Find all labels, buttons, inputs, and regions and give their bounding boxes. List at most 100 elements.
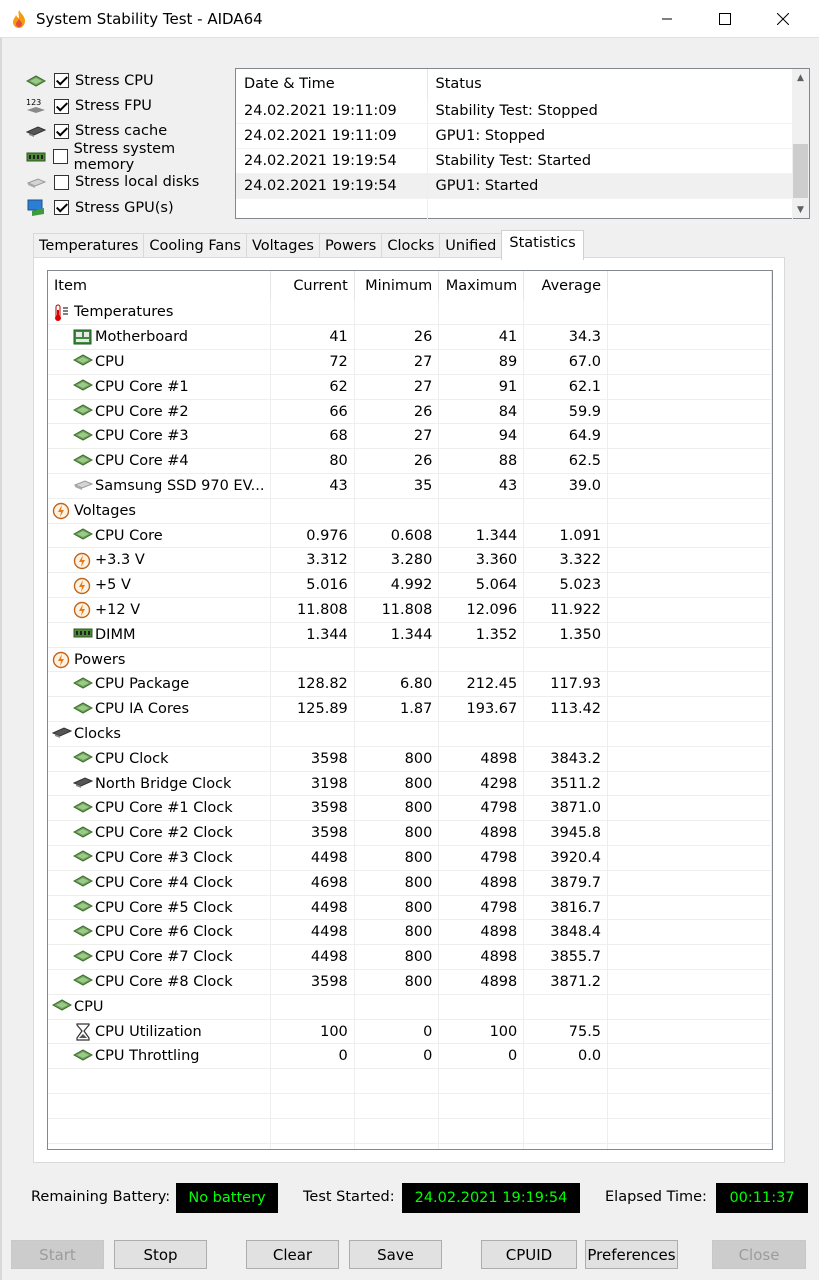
- table-row[interactable]: CPU Core #6 Clock 4498 800 4898 3848.4: [48, 919, 772, 946]
- start-button[interactable]: Start: [11, 1240, 104, 1269]
- table-row[interactable]: CPU Clock 3598 800 4898 3843.2: [48, 746, 772, 772]
- table-row[interactable]: CPU Core #3 Clock 4498 800 4798 3920.4: [48, 845, 772, 871]
- table-row-empty: [48, 1143, 772, 1149]
- stress-option-stress-cpu[interactable]: Stress CPU: [24, 68, 234, 93]
- stress-label[interactable]: Stress local disks: [75, 174, 199, 190]
- cell-empty: [438, 1118, 525, 1144]
- stress-checkbox[interactable]: [53, 149, 68, 165]
- group-row[interactable]: Clocks: [48, 721, 772, 747]
- statistics-grid[interactable]: Item Current Minimum Maximum Average Tem…: [47, 270, 773, 1150]
- table-row[interactable]: CPU Core #8 Clock 3598 800 4898 3871.2: [48, 969, 772, 995]
- table-row[interactable]: CPU Utilization 100 0 100 75.5: [48, 1019, 772, 1045]
- tab-powers[interactable]: Powers: [318, 233, 383, 259]
- stress-option-stress-local-disks[interactable]: Stress local disks: [24, 170, 234, 195]
- scroll-up-icon[interactable]: ▲: [792, 69, 809, 86]
- stress-label[interactable]: Stress GPU(s): [75, 200, 174, 216]
- group-row[interactable]: Temperatures: [48, 300, 772, 326]
- group-row[interactable]: CPU: [48, 994, 772, 1020]
- tab-voltages[interactable]: Voltages: [245, 233, 320, 259]
- table-row[interactable]: CPU Core #2 Clock 3598 800 4898 3945.8: [48, 820, 772, 847]
- table-row[interactable]: CPU Core #4 80 26 88 62.5: [48, 448, 772, 475]
- close-button[interactable]: Close: [712, 1240, 806, 1269]
- cell-average: 117.93: [523, 671, 609, 698]
- col-header-current[interactable]: Current: [270, 271, 355, 300]
- cell-current: 4498: [270, 845, 355, 871]
- cpu-icon: [72, 378, 94, 393]
- table-row[interactable]: Motherboard 41 26 41 34.3: [48, 324, 772, 351]
- cell-minimum: 27: [354, 374, 440, 400]
- tab-temperatures[interactable]: Temperatures: [33, 233, 145, 259]
- cell-empty: [270, 498, 355, 524]
- log-header-status[interactable]: Status: [427, 69, 793, 99]
- tab-cooling-fans[interactable]: Cooling Fans: [143, 233, 247, 259]
- table-row[interactable]: Samsung SSD 970 EV... 43 35 43 39.0: [48, 473, 772, 499]
- group-row[interactable]: Voltages: [48, 498, 772, 524]
- cell-empty: [607, 622, 772, 648]
- item-label: CPU Core: [95, 527, 163, 544]
- log-row[interactable]: 24.02.2021 19:19:54 GPU1: Started: [236, 173, 793, 199]
- stress-checkbox[interactable]: [54, 174, 69, 190]
- stress-option-stress-gpu-s[interactable]: Stress GPU(s): [24, 195, 234, 220]
- group-row[interactable]: Powers: [48, 647, 772, 673]
- minimize-button[interactable]: [644, 0, 690, 38]
- cell-minimum: 26: [354, 399, 440, 425]
- col-header-minimum[interactable]: Minimum: [354, 271, 440, 300]
- table-row[interactable]: CPU IA Cores 125.89 1.87 193.67 113.42: [48, 696, 772, 723]
- table-row[interactable]: CPU Throttling 0 0 0 0.0: [48, 1043, 772, 1070]
- col-header-item[interactable]: Item: [48, 271, 272, 300]
- table-row[interactable]: CPU Core #5 Clock 4498 800 4798 3816.7: [48, 895, 772, 921]
- event-log[interactable]: Date & Time Status 24.02.2021 19:11:09 St…: [235, 68, 810, 224]
- stress-checkbox[interactable]: [54, 123, 69, 139]
- table-row[interactable]: DIMM 1.344 1.344 1.352 1.350: [48, 622, 772, 648]
- table-row[interactable]: CPU Core 0.976 0.608 1.344 1.091: [48, 523, 772, 549]
- log-scrollbar[interactable]: ▲ ▼: [792, 69, 809, 218]
- log-header-datetime[interactable]: Date & Time: [236, 69, 428, 99]
- log-row[interactable]: 24.02.2021 19:19:54 Stability Test: Start…: [236, 148, 793, 174]
- cell-current: 3.312: [270, 547, 355, 574]
- window-title: System Stability Test - AIDA64: [36, 10, 263, 28]
- table-row[interactable]: CPU Core #7 Clock 4498 800 4898 3855.7: [48, 944, 772, 971]
- stress-label[interactable]: Stress system memory: [74, 141, 234, 173]
- cell-item: CPU Core #7 Clock: [48, 944, 272, 971]
- stress-option-stress-fpu[interactable]: 123 Stress FPU: [24, 93, 234, 118]
- col-header-average[interactable]: Average: [523, 271, 609, 300]
- maximize-button[interactable]: [702, 0, 748, 38]
- table-row[interactable]: CPU Core #1 62 27 91 62.1: [48, 374, 772, 400]
- col-header-maximum[interactable]: Maximum: [438, 271, 525, 300]
- table-row[interactable]: +5 V 5.016 4.992 5.064 5.023: [48, 572, 772, 599]
- stress-checkbox[interactable]: [54, 98, 69, 114]
- cell-minimum: 26: [354, 324, 440, 351]
- table-row[interactable]: CPU Core #1 Clock 3598 800 4798 3871.0: [48, 795, 772, 822]
- cell-empty: [607, 919, 772, 946]
- close-window-button[interactable]: [760, 0, 806, 38]
- cell-empty: [523, 1093, 609, 1119]
- stress-label[interactable]: Stress FPU: [75, 98, 152, 114]
- table-row[interactable]: CPU 72 27 89 67.0: [48, 349, 772, 375]
- table-row[interactable]: CPU Core #2 66 26 84 59.9: [48, 399, 772, 425]
- stress-label[interactable]: Stress cache: [75, 123, 167, 139]
- scroll-down-icon[interactable]: ▼: [792, 201, 809, 218]
- table-row[interactable]: CPU Package 128.82 6.80 212.45 117.93: [48, 671, 772, 698]
- table-row[interactable]: CPU Core #4 Clock 4698 800 4898 3879.7: [48, 870, 772, 896]
- tab-statistics[interactable]: Statistics: [501, 230, 584, 260]
- table-row[interactable]: North Bridge Clock 3198 800 4298 3511.2: [48, 771, 772, 797]
- table-row[interactable]: CPU Core #3 68 27 94 64.9: [48, 423, 772, 450]
- stress-label[interactable]: Stress CPU: [75, 73, 154, 89]
- tab-clocks[interactable]: Clocks: [381, 233, 441, 259]
- tab-unified[interactable]: Unified: [439, 233, 503, 259]
- preferences-button[interactable]: Preferences: [585, 1240, 678, 1269]
- stress-option-stress-system-memory[interactable]: Stress system memory: [24, 141, 234, 173]
- log-row[interactable]: 24.02.2021 19:11:09 GPU1: Stopped: [236, 123, 793, 150]
- stop-button[interactable]: Stop: [114, 1240, 207, 1269]
- save-button[interactable]: Save: [349, 1240, 442, 1269]
- stress-checkbox[interactable]: [54, 73, 69, 89]
- log-row[interactable]: 24.02.2021 19:11:09 Stability Test: Stopp…: [236, 99, 793, 125]
- table-row[interactable]: +3.3 V 3.312 3.280 3.360 3.322: [48, 547, 772, 574]
- scroll-thumb[interactable]: [793, 144, 808, 198]
- stress-checkbox[interactable]: [54, 200, 69, 216]
- cpuid-button[interactable]: CPUID: [481, 1240, 577, 1269]
- table-row[interactable]: +12 V 11.808 11.808 12.096 11.922: [48, 597, 772, 623]
- item-label: CPU Core #1 Clock: [95, 800, 233, 817]
- cell-item: +5 V: [48, 572, 272, 599]
- clear-button[interactable]: Clear: [246, 1240, 339, 1269]
